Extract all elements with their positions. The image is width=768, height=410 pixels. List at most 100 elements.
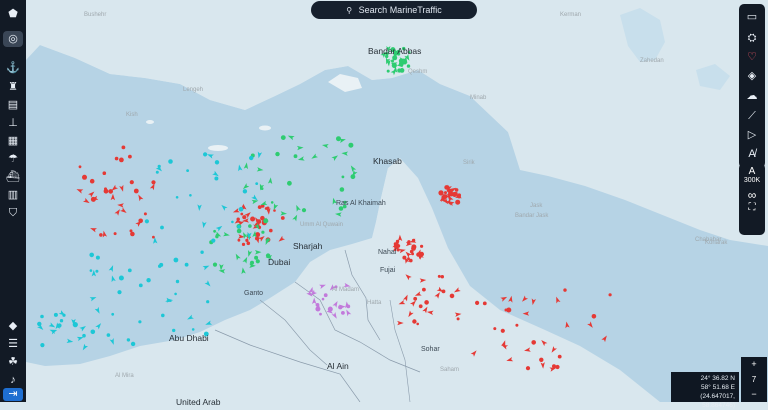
vessel-marker[interactable] [214,176,219,181]
vessel-marker[interactable] [386,69,390,73]
infinity-button[interactable]: ∞ [739,188,765,202]
vessel-marker[interactable] [173,257,179,263]
vessel-marker[interactable] [138,320,142,324]
vessel-marker[interactable] [78,165,82,169]
vessel-marker[interactable] [539,357,544,362]
vessel-marker[interactable] [263,218,269,224]
vessel-marker[interactable] [557,354,562,359]
vessel-marker[interactable] [257,205,262,210]
vessel-marker[interactable] [212,262,218,267]
vessel-marker[interactable] [174,292,177,296]
route-icon[interactable]: ⟋ [742,107,762,125]
bell-icon[interactable]: ♪ [3,372,23,388]
vessel-marker[interactable] [293,154,298,159]
vessel-marker[interactable] [440,275,444,279]
vessel-marker[interactable] [106,333,111,337]
vessel-marker[interactable] [418,304,423,309]
layers-icon[interactable]: ◈ [742,67,762,85]
vessel-marker[interactable] [103,188,109,194]
vessel-marker[interactable] [117,290,122,295]
vessel-marker[interactable] [250,260,254,265]
vessel-marker[interactable] [186,169,190,173]
vessel-marker[interactable] [346,304,351,309]
anchor-icon[interactable]: ⚓ [3,60,23,76]
vessel-marker[interactable] [402,255,407,260]
vessel-marker[interactable] [264,207,268,210]
vessel-marker[interactable] [206,300,210,304]
vessel-marker[interactable] [161,313,165,318]
vessel-marker[interactable] [250,216,256,222]
vessel-marker[interactable] [82,174,87,180]
vessel-marker[interactable] [424,300,429,305]
vessel-marker[interactable] [152,235,155,239]
vessel-marker[interactable] [555,364,560,370]
vessel-marker[interactable] [396,248,400,252]
vessel-marker[interactable] [261,230,265,234]
compass-icon[interactable]: ◎ [3,31,23,47]
vessel-marker[interactable] [130,231,135,237]
vessel-marker[interactable] [82,333,86,338]
vessel-marker[interactable] [341,175,345,179]
shield-icon[interactable]: ⛉ [3,205,23,221]
vessel-marker[interactable] [319,312,322,316]
vessel-marker[interactable] [455,199,461,205]
vessel-marker[interactable] [242,189,248,194]
vessel-marker[interactable] [269,228,273,233]
vessel-marker[interactable] [158,264,162,268]
vessel-marker[interactable] [168,159,173,164]
vessel-marker[interactable] [238,206,244,212]
ruler-icon[interactable]: A̸ [742,145,762,163]
vessel-marker[interactable] [95,269,99,273]
vessel-marker[interactable] [236,228,242,234]
vessel-marker[interactable] [392,55,398,61]
vessel-marker[interactable] [287,180,292,186]
vessel-marker[interactable] [449,189,453,194]
vessel-marker[interactable] [113,232,117,236]
vessel-marker[interactable] [249,155,254,161]
vessel-marker[interactable] [323,293,328,298]
vessel-marker[interactable] [552,364,556,369]
vessel-marker[interactable] [563,288,567,292]
vessel-marker[interactable] [144,219,149,224]
vessel-marker[interactable] [444,191,447,195]
vessel-marker[interactable] [456,317,460,321]
vessel-marker[interactable] [89,178,95,184]
vessel-marker[interactable] [443,194,448,199]
vessel-marker[interactable] [454,188,459,192]
grid-icon[interactable]: ▥ [3,187,23,203]
vessel-marker[interactable] [130,341,136,347]
vessel-marker[interactable] [108,189,113,194]
vessel-marker[interactable] [525,366,531,371]
tag-icon[interactable]: ◆ [3,318,23,334]
vessel-marker[interactable] [449,293,455,299]
vessel-marker[interactable] [133,188,139,194]
logo-icon[interactable]: ⬟ [3,6,23,22]
vessel-marker[interactable] [275,151,280,157]
vessel-marker[interactable] [255,182,259,186]
vessel-marker[interactable] [189,194,192,197]
vessel-marker[interactable] [127,154,132,159]
vessel-marker[interactable] [475,300,480,305]
vessel-marker[interactable] [515,323,519,327]
vessel-marker[interactable] [241,242,246,246]
vessel-marker[interactable] [172,328,176,333]
vessel-marker[interactable] [119,157,124,163]
vessel-marker[interactable] [138,283,143,288]
zoom-out-button[interactable]: − [741,387,767,402]
vessel-marker[interactable] [237,225,241,229]
vessel-marker[interactable] [482,301,487,306]
vessel-marker[interactable] [413,296,418,301]
vessel-marker[interactable] [273,209,276,212]
vessel-marker[interactable] [121,145,126,150]
search-bar[interactable]: ⚲ Search MarineTraffic [311,1,477,19]
filter-icon[interactable]: ⛭ [742,29,762,47]
vessel-marker[interactable] [396,244,401,248]
vessel-marker[interactable] [397,68,402,73]
vessel-marker[interactable] [99,233,103,237]
vessel-marker[interactable] [500,328,505,333]
vessel-marker[interactable] [146,278,151,283]
vessel-marker[interactable] [493,327,497,331]
vessel-marker[interactable] [416,252,421,257]
vessel-marker[interactable] [191,328,195,331]
vessel-marker[interactable] [341,311,345,315]
